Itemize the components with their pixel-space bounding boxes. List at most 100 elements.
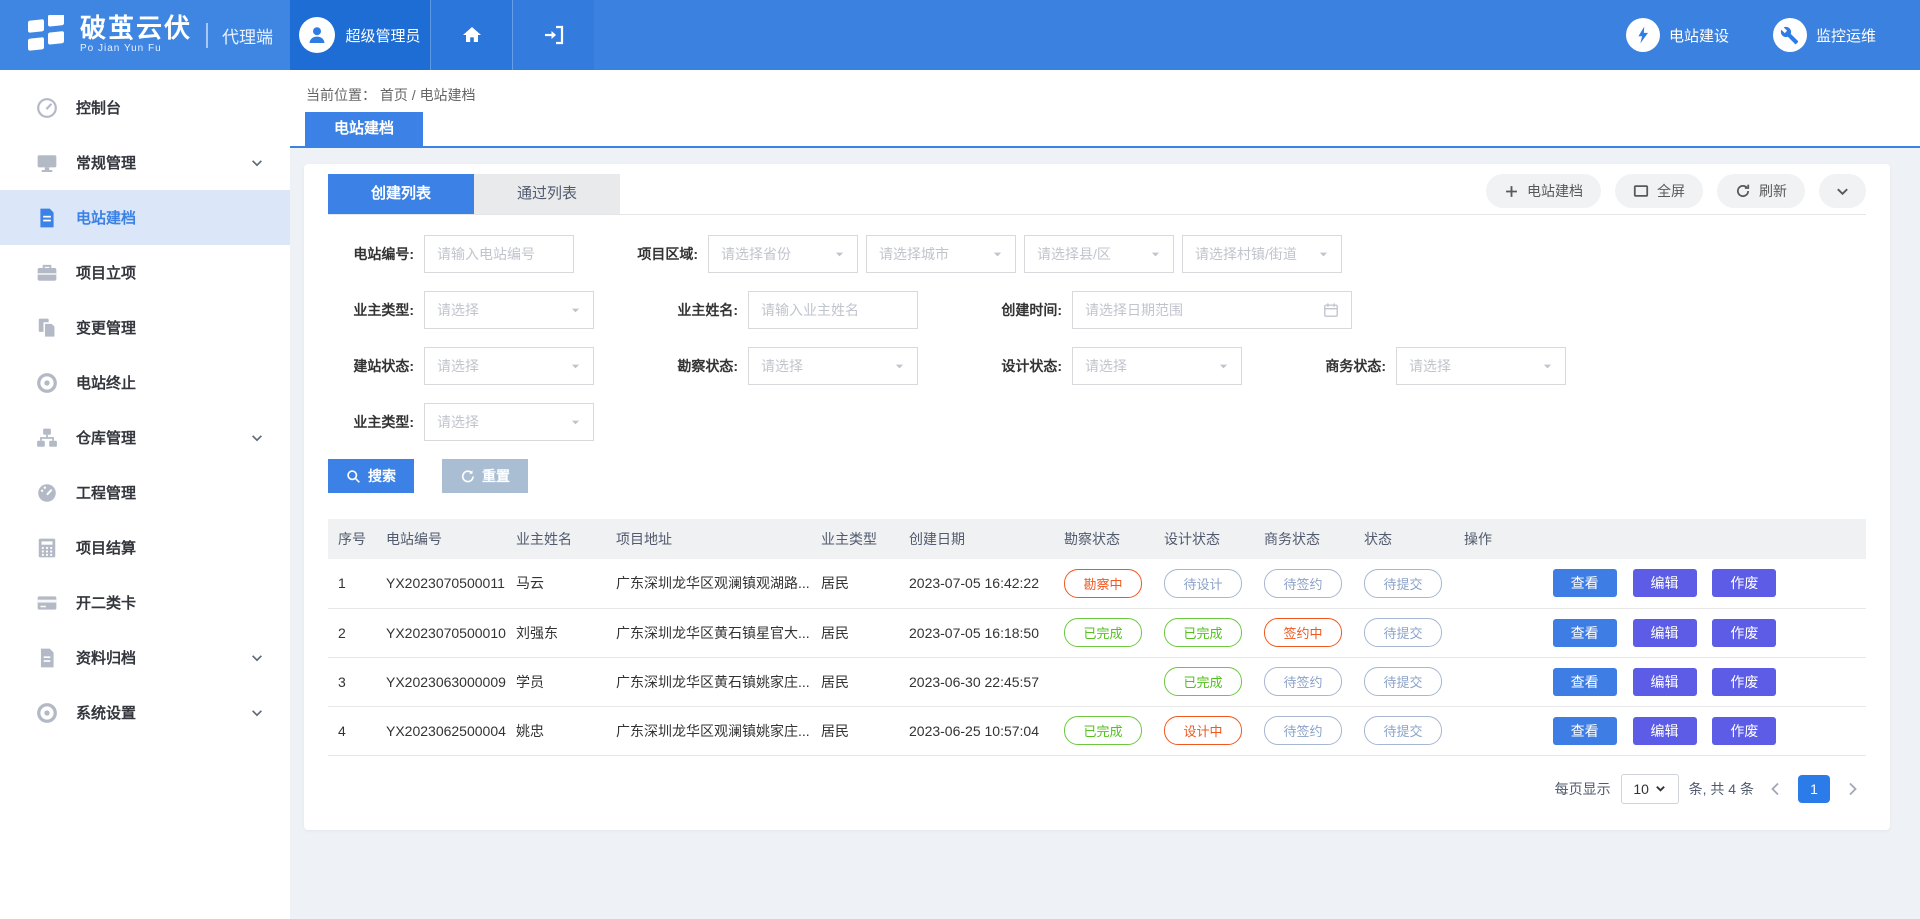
button-label: 电站建档	[1527, 181, 1583, 201]
select-placeholder: 请选择	[437, 300, 479, 320]
next-page-button[interactable]	[1840, 781, 1864, 797]
button-label: 重置	[482, 466, 510, 486]
void-button[interactable]: 作废	[1712, 569, 1776, 597]
select-placeholder: 请选择	[1085, 356, 1127, 376]
user-menu[interactable]: 超级管理员	[290, 0, 430, 70]
nav-station-build[interactable]: 电站建设	[1626, 0, 1729, 70]
region-label: 项目区域:	[612, 244, 698, 264]
per-page-select[interactable]: 10	[1621, 774, 1679, 804]
chevron-down-icon	[250, 706, 264, 720]
monitor-icon	[36, 152, 58, 174]
station-no-input[interactable]	[424, 235, 574, 273]
province-select[interactable]: 请选择省份	[708, 235, 858, 273]
station-no: YX2023063000009	[376, 657, 506, 706]
home-icon	[460, 23, 484, 47]
portal-label: 代理端	[206, 23, 273, 48]
owner-name-input[interactable]	[748, 291, 918, 329]
user-name: 超级管理员	[345, 25, 420, 46]
owner-type-select[interactable]: 请选择	[424, 291, 594, 329]
caret-down-icon	[1150, 249, 1161, 260]
view-button[interactable]: 查看	[1553, 619, 1617, 647]
view-button[interactable]: 查看	[1553, 569, 1617, 597]
sidebar-item-data-archive[interactable]: 资料归档	[0, 630, 290, 685]
county-select[interactable]: 请选择县/区	[1024, 235, 1174, 273]
filter-row-2: 业主类型: 请选择 业主姓名: 创建时间: 请选择日期范围	[328, 291, 1866, 329]
sidebar-item-system-settings[interactable]: 系统设置	[0, 685, 290, 740]
town-select[interactable]: 请选择村镇/街道	[1182, 235, 1342, 273]
search-button[interactable]: 搜索	[328, 459, 414, 493]
row-index: 3	[328, 657, 376, 706]
breadcrumb-separator: /	[412, 87, 416, 103]
collapse-button[interactable]	[1819, 174, 1866, 208]
business-status-select[interactable]: 请选择	[1396, 347, 1566, 385]
build-status-select[interactable]: 请选择	[424, 347, 594, 385]
status-badge: 待提交	[1364, 667, 1442, 696]
caret-down-icon	[570, 417, 581, 428]
design-status-badge: 已完成	[1164, 667, 1242, 696]
void-button[interactable]: 作废	[1712, 619, 1776, 647]
edit-button[interactable]: 编辑	[1633, 619, 1697, 647]
col-header: 项目地址	[606, 519, 811, 559]
refresh-icon	[1735, 183, 1751, 199]
edit-button[interactable]: 编辑	[1633, 717, 1697, 745]
design-status-label: 设计状态:	[976, 356, 1062, 376]
select-placeholder: 请选择村镇/街道	[1195, 244, 1297, 264]
owner-type2-select[interactable]: 请选择	[424, 403, 594, 441]
status-badge: 待提交	[1364, 716, 1442, 745]
station-no: YX2023062500004	[376, 706, 506, 755]
select-placeholder: 请选择	[437, 412, 479, 432]
chevron-down-icon	[250, 156, 264, 170]
sidebar-item-label: 工程管理	[76, 482, 136, 503]
tab-passed-list[interactable]: 通过列表	[474, 174, 620, 214]
edit-button[interactable]: 编辑	[1633, 668, 1697, 696]
table-header-row: 序号 电站编号 业主姓名 项目地址 业主类型 创建日期 勘察状态 设计状态 商务…	[328, 519, 1866, 559]
edit-button[interactable]: 编辑	[1633, 569, 1697, 597]
void-button[interactable]: 作废	[1712, 717, 1776, 745]
tab-create-list[interactable]: 创建列表	[328, 174, 474, 214]
sidebar-item-project-settlement[interactable]: 项目结算	[0, 520, 290, 575]
table-row: 3 YX2023063000009 学员 广东深圳龙华区黄石镇姚家庄... 居民…	[328, 657, 1866, 706]
logout-button[interactable]	[512, 0, 594, 70]
brand[interactable]: 破茧云伏 Po Jian Yun Fu 代理端	[0, 0, 290, 70]
sidebar-item-general-mgmt[interactable]: 常规管理	[0, 135, 290, 190]
sidebar-item-station-termination[interactable]: 电站终止	[0, 355, 290, 410]
home-button[interactable]	[430, 0, 512, 70]
chevron-down-icon	[1835, 184, 1850, 199]
design-status-select[interactable]: 请选择	[1072, 347, 1242, 385]
date-range-input[interactable]: 请选择日期范围	[1072, 291, 1352, 329]
sidebar-item-station-archive[interactable]: 电站建档	[0, 190, 290, 245]
nav-monitor-ops[interactable]: 监控运维	[1773, 0, 1876, 70]
sidebar-item-console[interactable]: 控制台	[0, 80, 290, 135]
sidebar-item-engineering-mgmt[interactable]: 工程管理	[0, 465, 290, 520]
view-button[interactable]: 查看	[1553, 668, 1617, 696]
settings-icon	[36, 702, 58, 724]
fullscreen-button[interactable]: 全屏	[1615, 174, 1703, 208]
col-header: 创建日期	[899, 519, 1054, 559]
briefcase-icon	[36, 262, 58, 284]
sidebar-item-change-mgmt[interactable]: 变更管理	[0, 300, 290, 355]
page-1-button[interactable]: 1	[1798, 775, 1830, 803]
chevron-down-icon	[250, 651, 264, 665]
sidebar-item-project-initiation[interactable]: 项目立项	[0, 245, 290, 300]
owner-type: 居民	[811, 559, 899, 608]
reset-button[interactable]: 重置	[442, 459, 528, 493]
void-button[interactable]: 作废	[1712, 668, 1776, 696]
owner-name: 姚忠	[506, 706, 606, 755]
city-select[interactable]: 请选择城市	[866, 235, 1016, 273]
build-status-label: 建站状态:	[328, 356, 414, 376]
calculator-icon	[36, 537, 58, 559]
sidebar-item-warehouse-mgmt[interactable]: 仓库管理	[0, 410, 290, 465]
prev-page-button[interactable]	[1764, 781, 1788, 797]
breadcrumb-home[interactable]: 首页	[380, 87, 408, 103]
caret-down-icon	[834, 249, 845, 260]
sidebar-item-type2-card[interactable]: 开二类卡	[0, 575, 290, 630]
refresh-button[interactable]: 刷新	[1717, 174, 1805, 208]
card-icon	[36, 592, 58, 614]
page-tab-station-archive[interactable]: 电站建档	[305, 112, 423, 146]
status-badge: 待提交	[1364, 618, 1442, 647]
survey-status-select[interactable]: 请选择	[748, 347, 918, 385]
design-status-badge: 待设计	[1164, 569, 1242, 598]
add-station-button[interactable]: 电站建档	[1486, 174, 1601, 208]
sidebar-item-label: 系统设置	[76, 702, 136, 723]
view-button[interactable]: 查看	[1553, 717, 1617, 745]
